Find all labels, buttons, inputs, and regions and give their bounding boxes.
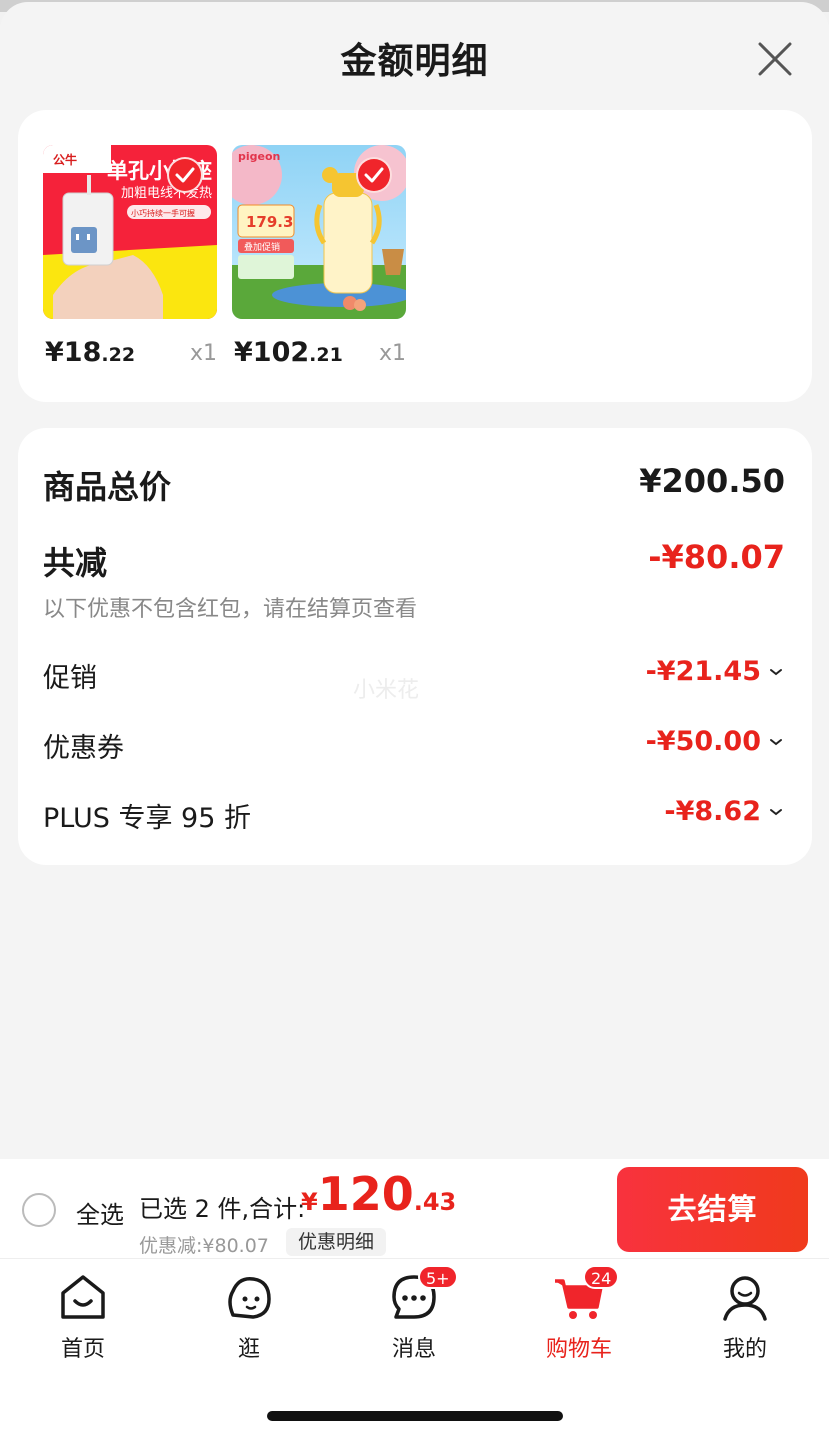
profile-icon	[719, 1271, 771, 1323]
chevron-down-icon[interactable]	[767, 663, 785, 681]
total-reduction-label: 共减	[43, 544, 108, 582]
product-item[interactable]: 公牛 单孔小插座 加粗电线不发热 小巧持续一手可握 ¥18.22 x1	[43, 145, 217, 375]
message-badge: 5+	[418, 1265, 458, 1289]
select-all-label[interactable]: 全选	[76, 1195, 124, 1230]
selected-check-icon[interactable]	[356, 157, 392, 193]
promo-label: 叠加促销	[244, 241, 280, 253]
total-reduction-value: -¥80.07	[648, 538, 785, 576]
selected-check-icon[interactable]	[167, 157, 203, 193]
selected-count-text: 已选 2 件,合计:	[139, 1195, 306, 1223]
product-image: 公牛 单孔小插座 加粗电线不发热 小巧持续一手可握	[43, 145, 217, 319]
chevron-down-icon[interactable]	[767, 733, 785, 751]
tab-messages[interactable]: 5+ 消息	[354, 1265, 474, 1363]
product-image: pigeon 179.3 叠加促销	[232, 145, 406, 319]
discount-label: 促销	[43, 663, 97, 694]
sheet-title: 金额明细	[340, 41, 489, 82]
promo-price: 179.3	[246, 213, 293, 231]
close-icon	[758, 42, 792, 76]
product-price: ¥18.22	[45, 337, 136, 368]
total-price-label: 商品总价	[43, 468, 172, 506]
product-price: ¥102.21	[234, 337, 343, 368]
cart-badge: 24	[583, 1265, 620, 1289]
product-quantity: x1	[378, 341, 406, 366]
home-icon	[57, 1271, 109, 1323]
message-icon: 5+	[388, 1265, 458, 1323]
price-summary-card: 商品总价 ¥200.50 共减 -¥80.07 以下优惠不包含红包，请在结算页查…	[18, 428, 812, 865]
home-indicator	[267, 1411, 563, 1421]
watermark: 小米花	[353, 678, 420, 703]
browse-icon	[223, 1271, 275, 1323]
product-brand: 公牛	[53, 152, 77, 167]
discount-label: 优惠券	[43, 733, 124, 764]
bottom-tab-bar: 首页 逛 5+ 消息 24 购物车 我的	[0, 1259, 829, 1439]
total-price-value: ¥200.50	[639, 462, 785, 500]
tab-label: 首页	[60, 1337, 105, 1362]
discount-note: 以下优惠不包含红包，请在结算页查看	[43, 597, 418, 622]
product-tag: 小巧持续一手可握	[131, 208, 195, 218]
tab-label: 逛	[237, 1337, 260, 1362]
select-all-checkbox[interactable]	[22, 1193, 56, 1227]
tab-browse[interactable]: 逛	[189, 1271, 309, 1363]
checkout-button[interactable]: 去结算	[617, 1167, 808, 1252]
discount-value: -¥8.62	[664, 796, 785, 827]
cart-icon: 24	[553, 1265, 620, 1323]
amount-detail-sheet: 金额明细 公牛 单孔小插座 加粗电线不发热 小巧持续一手可握 ¥18.22 x1…	[0, 2, 829, 1159]
discount-label: PLUS 专享 95 折	[43, 803, 251, 834]
product-quantity: x1	[189, 341, 217, 366]
discount-value: -¥21.45	[646, 656, 785, 687]
product-brand: pigeon	[238, 150, 280, 163]
product-item[interactable]: pigeon 179.3 叠加促销 ¥102.21 x1	[232, 145, 406, 375]
products-card: 公牛 单孔小插座 加粗电线不发热 小巧持续一手可握 ¥18.22 x1 pige…	[18, 110, 812, 402]
discount-value: -¥50.00	[646, 726, 785, 757]
tab-label: 购物车	[545, 1337, 612, 1362]
discount-detail-button[interactable]: 优惠明细	[286, 1228, 387, 1256]
chevron-down-icon[interactable]	[767, 803, 785, 821]
discount-summary: 优惠减:¥80.07	[139, 1235, 269, 1257]
checkout-bar: 全选 已选 2 件,合计: ¥120.43 优惠减:¥80.07 优惠明细 去结…	[0, 1159, 829, 1259]
tab-profile[interactable]: 我的	[685, 1271, 805, 1363]
close-button[interactable]	[752, 36, 798, 82]
tab-label: 消息	[391, 1337, 436, 1362]
tab-cart[interactable]: 24 购物车	[519, 1265, 639, 1363]
tab-home[interactable]: 首页	[23, 1271, 143, 1363]
checkout-total: ¥120.43	[301, 1167, 457, 1221]
tab-label: 我的	[722, 1337, 767, 1362]
